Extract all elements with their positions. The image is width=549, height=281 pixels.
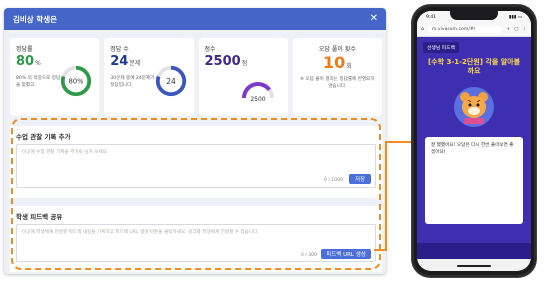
tabs-icon[interactable]: ▢: [514, 27, 518, 32]
feedback-note-text: 잘 했했어요! 오답은 다시 한번 풀어보면 좋겠어요!: [431, 143, 514, 155]
app-footer: [417, 243, 531, 259]
card-value: 2500점: [205, 55, 282, 68]
class-observation-section: 수업 관찰 기록 추가 이곳에 수업 관찰 기록을 추가로 남겨 보세요. 0 …: [10, 126, 382, 198]
plus-icon[interactable]: +: [506, 27, 510, 32]
generate-feedback-url-button[interactable]: 피드백 URL 생성: [321, 249, 371, 259]
menu-icon[interactable]: ⋮: [522, 27, 527, 32]
tiger-mascot-icon: [454, 87, 494, 127]
status-time: 9:41: [426, 14, 437, 20]
mascot-ribbon: [464, 118, 484, 124]
section-title: 학생 피드백 공유: [16, 213, 63, 221]
feedback-app-view: 선생님 피드백 [수학 3-1-2단원] 각을 알아볼까요 잘 했했어요! 오답…: [417, 37, 531, 259]
section-title: 수업 관찰 기록 추가: [16, 133, 71, 141]
lesson-title: [수학 3-1-2단원] 각을 알아볼까요: [427, 58, 521, 76]
feedback-note-card: 잘 했했어요! 오답은 다시 한번 풀어보면 좋겠어요!: [425, 137, 523, 224]
close-icon[interactable]: ✕: [370, 14, 378, 24]
url-input[interactable]: m.vivasam.com/#/: [427, 26, 503, 33]
mascot-muzzle: [468, 107, 480, 115]
value-number: 2500: [204, 54, 241, 69]
card-value: 10회: [299, 55, 376, 71]
char-counter: 0 / 1000: [323, 178, 343, 183]
value-number: 80: [16, 54, 35, 69]
card-title: 오답 풀이 횟수: [318, 46, 356, 53]
value-number: 10: [322, 53, 346, 72]
home-indicator: [457, 265, 491, 267]
value-unit: %: [35, 60, 41, 67]
student-result-modal: 김비상 학생은 ✕ 정답률 80% 80% 의 적중으로 정답을 맞혔고, 80…: [4, 8, 386, 274]
value-number: 24: [110, 54, 129, 69]
score-card: 점수 2500점 2500: [198, 38, 288, 116]
textarea-placeholder: 이곳에 수업 관찰 기록을 추가로 남겨 보세요.: [22, 150, 109, 155]
observation-textarea[interactable]: 이곳에 수업 관찰 기록을 추가로 남겨 보세요. 0 / 1000 저장: [16, 144, 376, 188]
score-gauge-chart: 2500: [241, 82, 274, 102]
arrow-line: [374, 141, 412, 251]
card-description: ※ 오답 풀이 결과는 정답률에 반영되지 않습니다.: [300, 77, 375, 90]
mascot-eye-right: [476, 103, 480, 107]
modal-header: 김비상 학생은 ✕: [4, 8, 386, 30]
textarea-placeholder: 이곳에 학생에게 전달할 피드백 내용을 기록하고 피드백 URL 생성 버튼을…: [22, 230, 259, 235]
summary-cards: 정답률 80% 80% 의 적중으로 정답을 맞혔고, 80% 정답 수 24문…: [10, 38, 382, 116]
browser-url-bar: ⌂ m.vivasam.com/#/ + ▢ ⋮: [417, 23, 531, 37]
home-icon[interactable]: ⌂: [421, 27, 424, 32]
feedback-share-section: 학생 피드백 공유 이곳에 학생에게 전달할 피드백 내용을 기록하고 피드백 …: [10, 206, 382, 272]
value-unit: 회: [346, 63, 352, 70]
donut-label: 24: [166, 77, 176, 86]
battery-icon: ▮▮▮ ▭: [508, 14, 522, 20]
char-counter: 0 / 300: [300, 253, 317, 258]
correct-count-donut-chart: 24: [155, 65, 186, 97]
teacher-feedback-badge: 선생님 피드백: [423, 42, 460, 53]
phone-screen: 9:41 ▮▮▮ ▭ ⌂ m.vivasam.com/#/ + ▢ ⋮ 선생님 …: [417, 11, 531, 271]
phone-mockup: 9:41 ▮▮▮ ▭ ⌂ m.vivasam.com/#/ + ▢ ⋮ 선생님 …: [412, 5, 536, 277]
mascot-eye-left: [468, 103, 472, 107]
value-unit: 문제: [129, 60, 141, 67]
modal-title: 김비상 학생은: [13, 14, 58, 24]
accuracy-card: 정답률 80% 80% 의 적중으로 정답을 맞혔고, 80%: [10, 38, 100, 116]
card-title: 점수: [204, 46, 216, 53]
donut-label: 80%: [69, 77, 84, 85]
correct-count-card: 정답 수 24문제 30문제 중에 24문제가 정답입니다. 24: [104, 38, 194, 116]
feedback-textarea[interactable]: 이곳에 학생에게 전달할 피드백 내용을 기록하고 피드백 URL 생성 버튼을…: [16, 224, 376, 262]
card-title: 정답 수: [110, 46, 129, 53]
gauge-label: 2500: [250, 96, 265, 102]
save-button[interactable]: 저장: [349, 174, 371, 184]
card-description: 80% 의 적중으로 정답을 맞혔고,: [16, 76, 61, 89]
card-title: 정답률: [16, 46, 33, 53]
accuracy-donut-chart: 80%: [61, 65, 92, 97]
value-unit: 점: [241, 60, 248, 67]
wrong-retry-card: 오답 풀이 횟수 10회 ※ 오답 풀이 결과는 정답률에 반영되지 않습니다.: [292, 38, 382, 116]
phone-notch: [450, 11, 498, 20]
card-description: 30문제 중에 24문제가 정답입니다.: [110, 76, 155, 89]
